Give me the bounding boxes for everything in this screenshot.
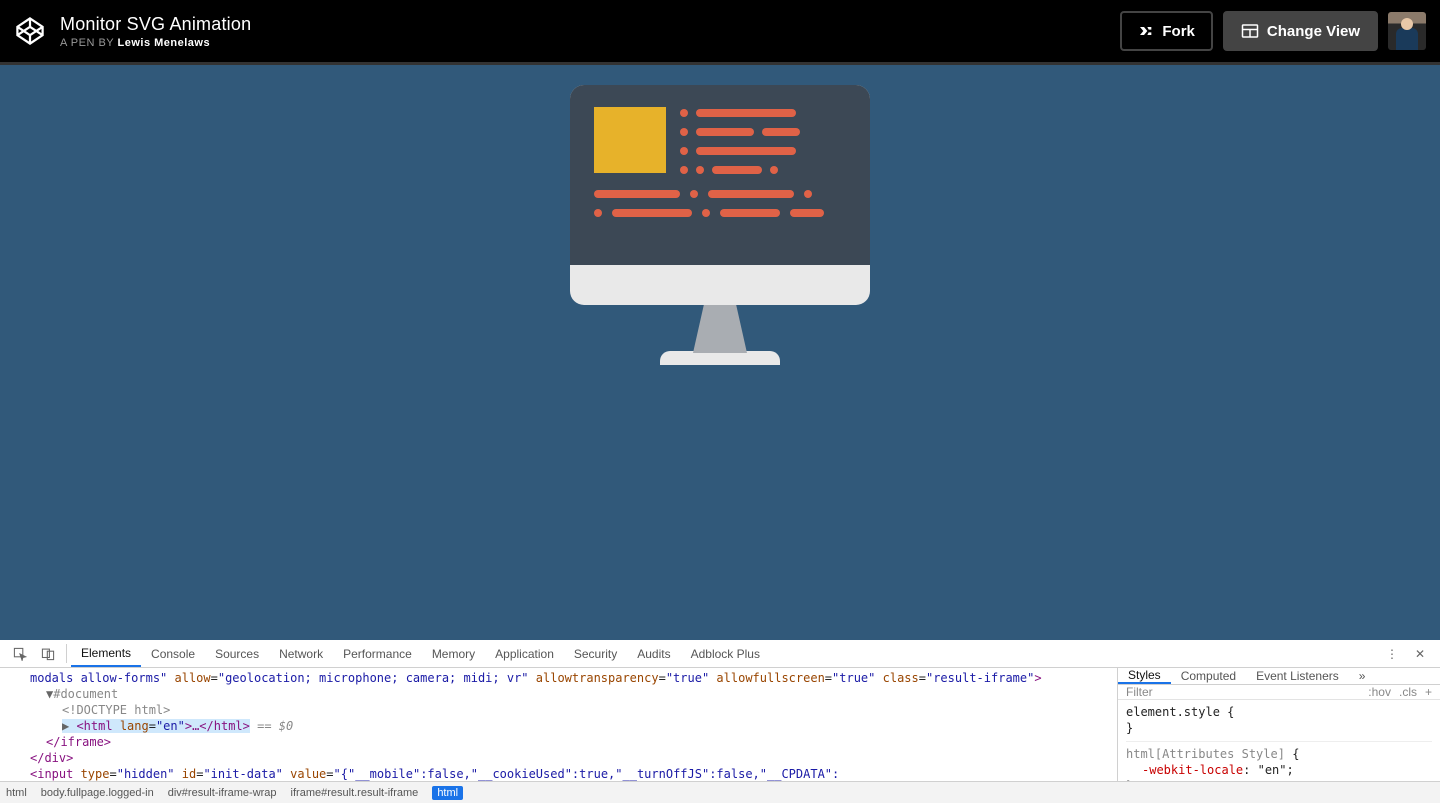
monitor-illustration [570, 85, 870, 640]
tab-memory[interactable]: Memory [422, 640, 485, 667]
monitor-screen [570, 85, 870, 265]
styles-tab-computed[interactable]: Computed [1171, 668, 1246, 684]
tab-performance[interactable]: Performance [333, 640, 422, 667]
styles-tab-more-icon[interactable]: » [1349, 668, 1376, 684]
tab-audits[interactable]: Audits [627, 640, 680, 667]
styles-filter-input[interactable]: Filter [1126, 685, 1360, 699]
inspect-icon[interactable] [6, 640, 34, 667]
tab-adblock[interactable]: Adblock Plus [681, 640, 770, 667]
tab-elements[interactable]: Elements [71, 640, 141, 667]
tab-console[interactable]: Console [141, 640, 205, 667]
monitor-base [660, 351, 780, 365]
screen-lines-bottom [594, 190, 846, 217]
fork-button[interactable]: Fork [1120, 11, 1213, 51]
crumb[interactable]: body.fullpage.logged-in [41, 787, 154, 799]
preview-pane [0, 65, 1440, 640]
crumb[interactable]: html [6, 787, 27, 799]
codepen-logo-icon [16, 17, 44, 45]
devtools-panel: Elements Console Sources Network Perform… [0, 640, 1440, 803]
fork-icon [1138, 23, 1154, 39]
hov-toggle[interactable]: :hov [1368, 685, 1391, 699]
devtools-close-icon[interactable]: ✕ [1406, 640, 1434, 667]
device-toggle-icon[interactable] [34, 640, 62, 667]
screen-thumbnail [594, 107, 666, 173]
styles-tab-styles[interactable]: Styles [1118, 668, 1171, 684]
codepen-logo[interactable] [14, 15, 46, 47]
header-actions: Fork Change View [1120, 11, 1426, 51]
crumb-active[interactable]: html [432, 786, 463, 800]
devtools-menu-icon[interactable]: ⋮ [1378, 640, 1406, 667]
user-avatar[interactable] [1388, 12, 1426, 50]
title-block: Monitor SVG Animation A PEN BY Lewis Men… [60, 14, 1120, 49]
change-view-button[interactable]: Change View [1223, 11, 1378, 51]
elements-tree[interactable]: modals allow-forms" allow="geolocation; … [0, 668, 1118, 781]
styles-tab-listeners[interactable]: Event Listeners [1246, 668, 1349, 684]
pen-title: Monitor SVG Animation [60, 14, 1120, 35]
styles-rules[interactable]: element.style { } html[Attributes Style]… [1118, 700, 1440, 781]
tab-security[interactable]: Security [564, 640, 627, 667]
monitor-body [570, 85, 870, 305]
change-view-icon [1241, 23, 1259, 39]
tab-network[interactable]: Network [269, 640, 333, 667]
screen-lines-right [680, 107, 846, 174]
tab-sources[interactable]: Sources [205, 640, 269, 667]
devtools-tabbar: Elements Console Sources Network Perform… [0, 640, 1440, 668]
pen-byline: A PEN BY Lewis Menelaws [60, 37, 1120, 49]
breadcrumb: html body.fullpage.logged-in div#result-… [0, 781, 1440, 803]
new-rule-icon[interactable]: + [1425, 685, 1432, 699]
styles-pane: Styles Computed Event Listeners » Filter… [1118, 668, 1440, 781]
cls-toggle[interactable]: .cls [1399, 685, 1417, 699]
tab-application[interactable]: Application [485, 640, 564, 667]
crumb[interactable]: div#result-iframe-wrap [168, 787, 277, 799]
monitor-neck [693, 305, 747, 353]
author-link[interactable]: Lewis Menelaws [118, 37, 211, 49]
crumb[interactable]: iframe#result.result-iframe [291, 787, 419, 799]
app-header: Monitor SVG Animation A PEN BY Lewis Men… [0, 0, 1440, 62]
